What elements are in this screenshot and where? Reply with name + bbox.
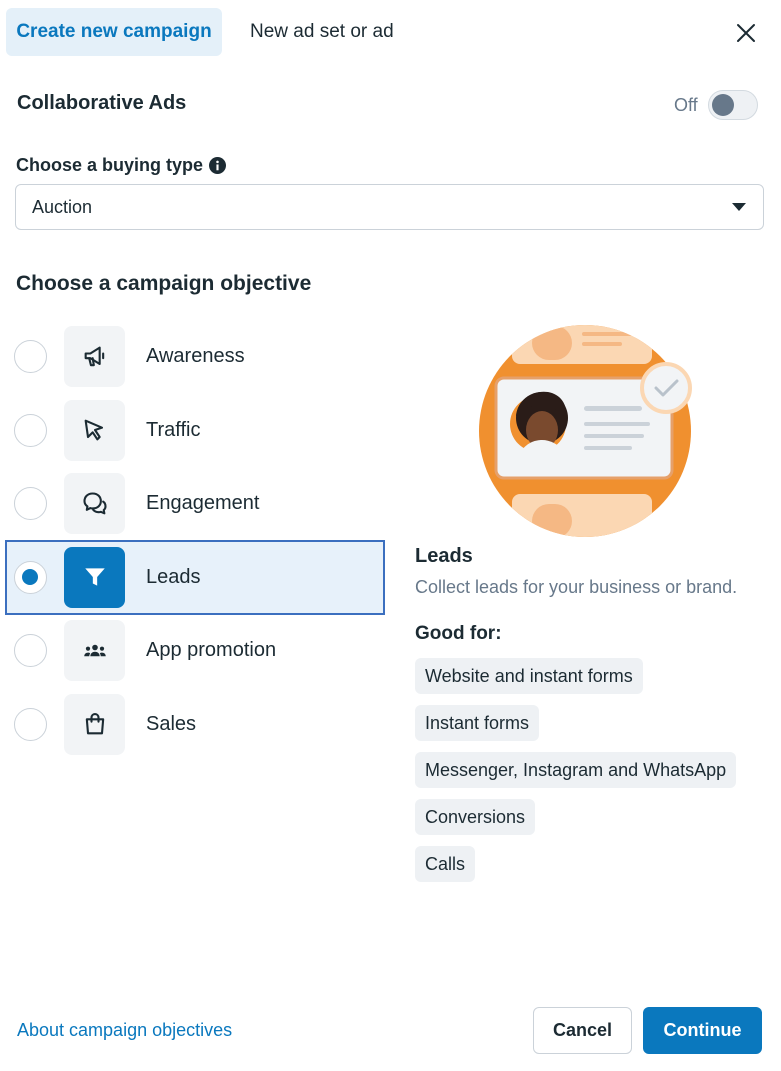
objective-awareness[interactable]: Awareness — [6, 320, 384, 394]
radio-leads[interactable] — [14, 560, 47, 594]
good-for-chip: Conversions — [415, 799, 536, 835]
chat-bubbles-icon — [82, 492, 107, 515]
radio-awareness[interactable] — [14, 340, 47, 374]
objective-list: Awareness Traffic Engagement Leads App p… — [5, 320, 385, 762]
objective-sales[interactable]: Sales — [6, 688, 384, 762]
tab-new-ad-set-or-ad[interactable]: New ad set or ad — [234, 8, 410, 56]
good-for-chip: Instant forms — [415, 705, 540, 741]
good-for-chip: Messenger, Instagram and WhatsApp — [415, 752, 737, 788]
collaborative-ads-label: Collaborative Ads — [17, 92, 187, 114]
objective-icon-tile — [64, 473, 125, 535]
people-icon — [83, 644, 106, 656]
objective-engagement[interactable]: Engagement — [6, 467, 384, 541]
detail-title: Leads — [415, 545, 473, 567]
objective-traffic[interactable]: Traffic — [6, 394, 384, 468]
objective-label: Traffic — [146, 418, 201, 441]
about-campaign-objectives-link[interactable]: About campaign objectives — [17, 1020, 232, 1041]
objective-label: Leads — [146, 565, 201, 588]
good-for-chip: Calls — [415, 846, 476, 882]
leads-illustration — [479, 325, 692, 537]
close-icon — [737, 24, 755, 42]
continue-button[interactable]: Continue — [643, 1007, 762, 1054]
buying-type-select[interactable]: Auction — [15, 184, 764, 230]
buying-type-value: Auction — [32, 196, 93, 217]
buying-type-label: Choose a buying type — [16, 155, 227, 176]
objective-icon-tile — [64, 546, 125, 608]
objective-icon-tile — [64, 326, 125, 388]
toggle-knob — [711, 94, 734, 116]
radio-sales[interactable] — [14, 707, 47, 741]
objective-app-promotion[interactable]: App promotion — [6, 614, 384, 688]
radio-app-promotion[interactable] — [14, 634, 47, 668]
radio-traffic[interactable] — [14, 413, 47, 447]
objective-icon-tile — [64, 693, 125, 755]
objective-icon-tile — [64, 399, 125, 461]
objective-label: Engagement — [146, 492, 260, 515]
funnel-icon — [84, 568, 105, 586]
objective-icon-tile — [64, 620, 125, 682]
cursor-icon — [84, 419, 103, 441]
megaphone-icon — [84, 346, 104, 366]
caret-down-icon — [732, 203, 746, 211]
objective-leads[interactable]: Leads — [5, 539, 385, 615]
objective-label: App promotion — [146, 639, 277, 662]
buying-type-label-text: Choose a buying type — [16, 155, 204, 175]
info-icon[interactable] — [209, 157, 227, 174]
close-button[interactable] — [730, 17, 762, 49]
cancel-button[interactable]: Cancel — [533, 1007, 632, 1054]
objective-label: Sales — [146, 712, 197, 735]
detail-description: Collect leads for your business or brand… — [415, 577, 738, 597]
toggle-state-text: Off — [674, 94, 698, 115]
radio-engagement[interactable] — [14, 487, 47, 521]
good-for-chip: Website and instant forms — [415, 658, 643, 694]
collaborative-ads-toggle-group[interactable]: Off — [674, 90, 758, 120]
shopping-bag-icon — [85, 713, 104, 735]
good-for-chip-list: Website and instant forms Instant forms … — [415, 658, 737, 882]
collaborative-ads-toggle[interactable] — [707, 90, 758, 120]
tab-create-new-campaign[interactable]: Create new campaign — [6, 8, 222, 56]
good-for-label: Good for: — [415, 623, 502, 644]
objective-label: Awareness — [146, 345, 245, 368]
campaign-objective-title: Choose a campaign objective — [16, 272, 312, 295]
